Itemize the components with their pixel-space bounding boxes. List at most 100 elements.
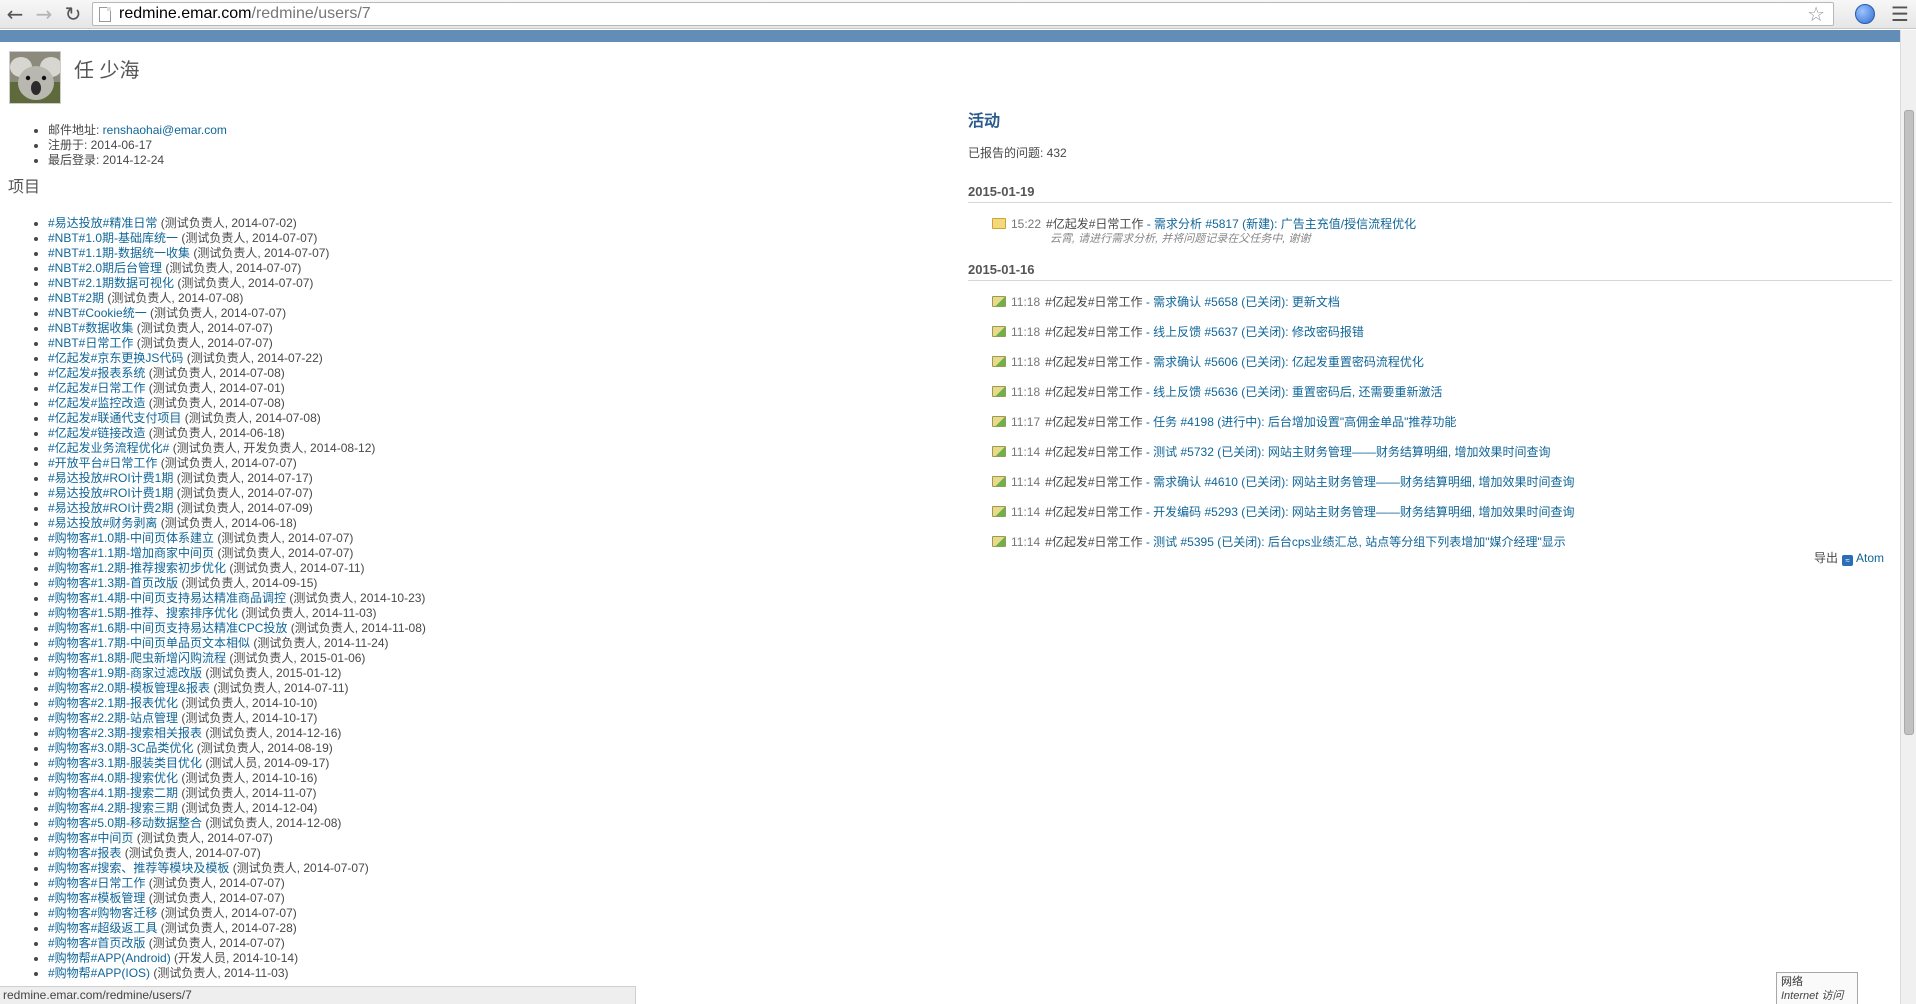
project-role: (测试负责人, 2014-10-17) xyxy=(178,711,318,725)
project-role: (测试负责人, 2014-12-16) xyxy=(202,726,342,740)
menu-icon[interactable]: ☰ xyxy=(1891,3,1909,25)
project-link[interactable]: #购物帮#APP(IOS) xyxy=(48,966,150,980)
reload-icon[interactable]: ↻ xyxy=(61,2,85,26)
vertical-scrollbar[interactable] xyxy=(1900,30,1916,1004)
project-role: (测试负责人, 2014-07-07) xyxy=(214,546,354,560)
project-link[interactable]: #购物客#1.7期-中间页单品页文本相似 xyxy=(48,636,250,650)
project-item: #购物客#1.6期-中间页支持易达精准CPC投放 (测试负责人, 2014-11… xyxy=(48,621,426,636)
address-bar[interactable]: redmine.emar.com/redmine/users/7 ☆ xyxy=(92,2,1834,26)
activity-project: #亿起发#日常工作 xyxy=(1045,295,1143,309)
project-link[interactable]: #亿起发#联通代支付项目 xyxy=(48,411,181,425)
project-role: (测试负责人, 2014-07-07) xyxy=(133,321,273,335)
atom-link[interactable]: Atom xyxy=(1856,551,1884,565)
project-link[interactable]: #购物客#2.1期-报表优化 xyxy=(48,696,178,710)
project-link[interactable]: #NBT#Cookie统一 xyxy=(48,306,147,320)
project-link[interactable]: #易达投放#ROI计费1期 xyxy=(48,486,173,500)
project-link[interactable]: #购物客#1.6期-中间页支持易达精准CPC投放 xyxy=(48,621,287,635)
project-link[interactable]: #亿起发#报表系统 xyxy=(48,366,145,380)
project-role: (测试负责人, 2014-07-07) xyxy=(157,456,297,470)
project-link[interactable]: #购物客#5.0期-移动数据整合 xyxy=(48,816,202,830)
activity-issue-link[interactable]: - 测试 #5732 (已关闭): 网站主财务管理——财务结算明细, 增加效果时… xyxy=(1143,445,1551,459)
project-link[interactable]: #购物客#2.3期-搜索相关报表 xyxy=(48,726,202,740)
project-item: #购物客#报表 (测试负责人, 2014-07-07) xyxy=(48,846,426,861)
activity-title: 活动 xyxy=(968,113,1001,130)
url-text[interactable]: redmine.emar.com/redmine/users/7 xyxy=(119,5,371,23)
project-link[interactable]: #购物客#中间页 xyxy=(48,831,133,845)
project-item: #购物客#3.0期-3C品类优化 (测试负责人, 2014-08-19) xyxy=(48,741,426,756)
project-link[interactable]: #NBT#1.1期-数据统一收集 xyxy=(48,246,190,260)
project-item: #亿起发#京东更换JS代码 (测试负责人, 2014-07-22) xyxy=(48,351,426,366)
project-link[interactable]: #NBT#1.0期-基础库统一 xyxy=(48,231,178,245)
project-link[interactable]: #购物客#3.0期-3C品类优化 xyxy=(48,741,193,755)
issue-edit-icon xyxy=(992,386,1006,397)
project-link[interactable]: #NBT#2期 xyxy=(48,291,104,305)
activity-issue-link[interactable]: - 需求确认 #4610 (已关闭): 网站主财务管理——财务结算明细, 增加效… xyxy=(1143,475,1575,489)
project-link[interactable]: #开放平台#日常工作 xyxy=(48,456,157,470)
project-link[interactable]: #购物客#1.2期-推荐搜索初步优化 xyxy=(48,561,226,575)
project-link[interactable]: #购物客#1.4期-中间页支持易达精准商品调控 xyxy=(48,591,286,605)
project-link[interactable]: #购物客#2.2期-站点管理 xyxy=(48,711,178,725)
project-role: (测试负责人, 2014-11-03) xyxy=(238,606,377,620)
project-link[interactable]: #购物客#1.9期-商家过滤改版 xyxy=(48,666,202,680)
project-link[interactable]: #易达投放#精准日常 xyxy=(48,216,157,230)
project-link[interactable]: #购物客#购物客迁移 xyxy=(48,906,157,920)
project-link[interactable]: #购物客#1.0期-中间页体系建立 xyxy=(48,531,214,545)
project-link[interactable]: #易达投放#ROI计费2期 xyxy=(48,501,173,515)
activity-entry: 11:18 #亿起发#日常工作 - 线上反馈 #5637 (已关闭): 修改密码报… xyxy=(992,324,1364,340)
activity-issue-link[interactable]: - 线上反馈 #5636 (已关闭): 重置密码后, 还需要重新激活 xyxy=(1143,385,1443,399)
project-link[interactable]: #购物客#1.5期-推荐、搜索排序优化 xyxy=(48,606,238,620)
project-link[interactable]: #购物客#2.0期-模板管理&报表 xyxy=(48,681,210,695)
project-link[interactable]: #亿起发业务流程优化# xyxy=(48,441,169,455)
issue-edit-icon xyxy=(992,506,1006,517)
scroll-thumb[interactable] xyxy=(1904,110,1914,735)
extension-globe-icon[interactable] xyxy=(1855,4,1875,24)
project-link[interactable]: #购物客#报表 xyxy=(48,846,121,860)
project-link[interactable]: #NBT#2.0期后台管理 xyxy=(48,261,162,275)
project-link[interactable]: #NBT#2.1期数据可视化 xyxy=(48,276,174,290)
issue-edit-icon xyxy=(992,326,1006,337)
activity-entry: 11:18 #亿起发#日常工作 - 线上反馈 #5636 (已关闭): 重置密码后… xyxy=(992,384,1443,400)
project-link[interactable]: #购物客#搜索、推荐等模块及模板 xyxy=(48,861,229,875)
activity-issue-link[interactable]: - 任务 #4198 (进行中): 后台增加设置"高佣金单品"推荐功能 xyxy=(1143,415,1457,429)
activity-issue-link[interactable]: - 开发编码 #5293 (已关闭): 网站主财务管理——财务结算明细, 增加效… xyxy=(1143,505,1575,519)
project-link[interactable]: #购物客#1.3期-首页改版 xyxy=(48,576,178,590)
project-link[interactable]: #购物客#1.8期-爬虫新增闪购流程 xyxy=(48,651,226,665)
redmine-top-bar xyxy=(0,30,1900,42)
activity-time: 11:18 xyxy=(1011,385,1041,399)
network-popup-title: 网络 xyxy=(1781,976,1803,988)
project-link[interactable]: #NBT#日常工作 xyxy=(48,336,133,350)
activity-project: #亿起发#日常工作 xyxy=(1045,325,1143,339)
project-item: #亿起发#监控改造 (测试负责人, 2014-07-08) xyxy=(48,396,426,411)
project-link[interactable]: #易达投放#ROI计费1期 xyxy=(48,471,173,485)
activity-issue-link[interactable]: - 需求分析 #5817 (新建): 广告主充值/授信流程优化 xyxy=(1143,217,1416,231)
project-link[interactable]: #亿起发#京东更换JS代码 xyxy=(48,351,183,365)
koala-avatar-image xyxy=(10,52,60,103)
project-link[interactable]: #易达投放#财务剥离 xyxy=(48,516,157,530)
email-link[interactable]: renshaohai@emar.com xyxy=(103,123,227,137)
activity-time: 11:14 xyxy=(1011,535,1041,549)
bookmark-star-icon[interactable]: ☆ xyxy=(1807,3,1825,25)
user-name: 任 少海 xyxy=(74,60,140,82)
project-link[interactable]: #亿起发#链接改造 xyxy=(48,426,145,440)
project-link[interactable]: #购物客#4.1期-搜索二期 xyxy=(48,786,178,800)
project-link[interactable]: #购物客#4.0期-搜索优化 xyxy=(48,771,178,785)
projects-title: 项目 xyxy=(8,179,41,196)
forward-arrow-icon[interactable]: → xyxy=(32,2,56,26)
project-link[interactable]: #购物客#首页改版 xyxy=(48,936,145,950)
back-arrow-icon[interactable]: ← xyxy=(3,2,27,26)
activity-issue-link[interactable]: - 需求确认 #5606 (已关闭): 亿起发重置密码流程优化 xyxy=(1143,355,1424,369)
activity-issue-link[interactable]: - 需求确认 #5658 (已关闭): 更新文档 xyxy=(1143,295,1340,309)
project-item: #购物客#中间页 (测试负责人, 2014-07-07) xyxy=(48,831,426,846)
project-link[interactable]: #购物客#模板管理 xyxy=(48,891,145,905)
project-link[interactable]: #亿起发#日常工作 xyxy=(48,381,145,395)
project-link[interactable]: #购物帮#APP(Android) xyxy=(48,951,171,965)
project-link[interactable]: #亿起发#监控改造 xyxy=(48,396,145,410)
activity-issue-link[interactable]: - 测试 #5395 (已关闭): 后台cps业绩汇总, 站点等分组下列表增加"… xyxy=(1143,535,1566,549)
project-link[interactable]: #NBT#数据收集 xyxy=(48,321,133,335)
project-link[interactable]: #购物客#1.1期-增加商家中间页 xyxy=(48,546,214,560)
project-link[interactable]: #购物客#超级返工具 xyxy=(48,921,157,935)
activity-issue-link[interactable]: - 线上反馈 #5637 (已关闭): 修改密码报错 xyxy=(1143,325,1364,339)
project-link[interactable]: #购物客#4.2期-搜索三期 xyxy=(48,801,178,815)
project-link[interactable]: #购物客#3.1期-服装类目优化 xyxy=(48,756,202,770)
project-link[interactable]: #购物客#日常工作 xyxy=(48,876,145,890)
